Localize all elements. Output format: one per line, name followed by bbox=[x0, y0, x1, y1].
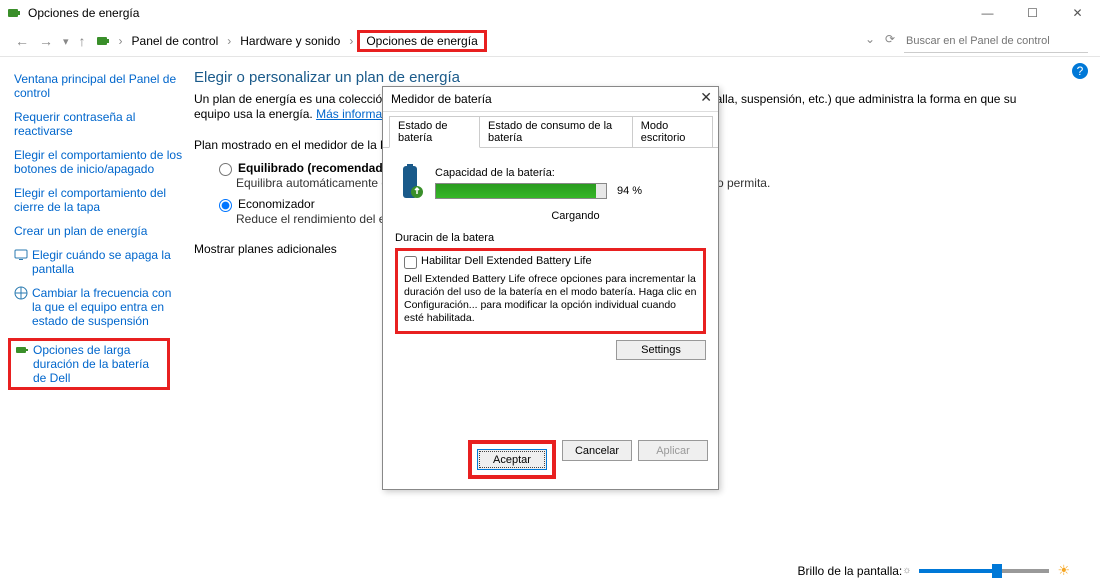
brightness-label: Brillo de la pantalla: bbox=[798, 564, 903, 578]
cancel-button[interactable]: Cancelar bbox=[562, 440, 632, 461]
apply-button[interactable]: Aplicar bbox=[638, 440, 708, 461]
page-title: Elegir o personalizar un plan de energía bbox=[194, 69, 1050, 86]
close-button[interactable]: ✕ bbox=[1055, 0, 1100, 26]
sun-bright-icon: ☀ bbox=[1057, 562, 1070, 579]
checkbox-label: Habilitar Dell Extended Battery Life bbox=[421, 255, 592, 267]
ok-highlight: Aceptar bbox=[468, 440, 556, 479]
sidebar-link[interactable]: Elegir el comportamiento del cierre de l… bbox=[14, 186, 184, 214]
extended-life-highlight: Habilitar Dell Extended Battery Life Del… bbox=[395, 248, 706, 334]
duration-label: Duracin de la batera bbox=[395, 232, 706, 244]
back-button[interactable]: ← bbox=[10, 33, 34, 49]
settings-button[interactable]: Settings bbox=[616, 340, 706, 360]
sidebar-link[interactable]: Elegir el comportamiento de los botones … bbox=[14, 148, 184, 176]
breadcrumb-panel[interactable]: Panel de control bbox=[127, 32, 224, 50]
globe-icon bbox=[14, 286, 28, 300]
tab-battery-status[interactable]: Estado de batería bbox=[389, 116, 480, 148]
plan-name: Economizador bbox=[238, 197, 315, 211]
chevron-right-icon: › bbox=[349, 34, 353, 48]
recent-dropdown[interactable]: ▾ bbox=[58, 35, 74, 48]
tab-consumption[interactable]: Estado de consumo de la batería bbox=[479, 116, 633, 148]
sidebar-link[interactable]: Crear un plan de energía bbox=[14, 224, 184, 238]
maximize-button[interactable]: ☐ bbox=[1010, 0, 1055, 26]
forward-button[interactable]: → bbox=[34, 33, 58, 49]
battery-meter-dialog: Medidor de batería ✕ Estado de batería E… bbox=[382, 86, 719, 490]
search-input[interactable] bbox=[904, 30, 1088, 53]
address-dropdown[interactable]: ⌄ bbox=[865, 32, 875, 46]
capacity-percent: 94 % bbox=[617, 185, 642, 197]
sidebar-item-label: Cambiar la frecuencia con la que el equi… bbox=[32, 286, 184, 328]
dialog-tabs: Estado de batería Estado de consumo de l… bbox=[383, 112, 718, 148]
sidebar-display-off[interactable]: Elegir cuándo se apaga la pantalla bbox=[14, 248, 184, 276]
toolbar: ← → ▾ ↑ › Panel de control › Hardware y … bbox=[0, 26, 1100, 57]
sidebar: Ventana principal del Panel de control R… bbox=[0, 57, 184, 586]
sun-dim-icon: ☼ bbox=[902, 565, 911, 576]
sidebar-item-label: Opciones de larga duración de la batería… bbox=[33, 343, 165, 385]
plan-name: Equilibrado (recomendado) bbox=[238, 161, 394, 175]
monitor-icon bbox=[14, 248, 28, 262]
up-button[interactable]: ↑ bbox=[74, 33, 91, 49]
battery-large-icon bbox=[395, 164, 425, 202]
capacity-bar bbox=[435, 183, 607, 199]
window-titlebar: Opciones de energía — ☐ ✕ bbox=[0, 0, 1100, 26]
enable-extended-life-checkbox[interactable] bbox=[404, 256, 417, 269]
refresh-button[interactable]: ⟳ bbox=[885, 32, 895, 46]
power-icon bbox=[6, 5, 22, 21]
dialog-close-button[interactable]: ✕ bbox=[700, 89, 712, 106]
plan-radio-saver[interactable] bbox=[219, 199, 232, 212]
brightness-control: Brillo de la pantalla: ☼ ☀ bbox=[798, 562, 1070, 579]
plan-radio-balanced[interactable] bbox=[219, 163, 232, 176]
chevron-right-icon: › bbox=[119, 34, 123, 48]
power-icon bbox=[95, 33, 111, 49]
extended-life-description: Dell Extended Battery Life ofrece opcion… bbox=[404, 273, 697, 325]
battery-icon bbox=[15, 343, 29, 357]
breadcrumb-hw[interactable]: Hardware y sonido bbox=[235, 32, 345, 50]
tab-desktop-mode[interactable]: Modo escritorio bbox=[632, 116, 713, 148]
window-title: Opciones de energía bbox=[28, 6, 139, 20]
sidebar-link[interactable]: Requerir contraseña al reactivarse bbox=[14, 110, 184, 138]
minimize-button[interactable]: — bbox=[965, 0, 1010, 26]
sidebar-dell-highlight: Opciones de larga duración de la batería… bbox=[8, 338, 170, 390]
sidebar-dell-battery[interactable]: Opciones de larga duración de la batería… bbox=[15, 343, 165, 385]
brightness-slider[interactable] bbox=[919, 569, 1049, 573]
ok-button[interactable]: Aceptar bbox=[477, 449, 547, 470]
dialog-title: Medidor de batería bbox=[391, 92, 492, 106]
help-icon[interactable]: ? bbox=[1072, 63, 1088, 79]
dialog-titlebar: Medidor de batería ✕ bbox=[383, 87, 718, 112]
breadcrumb-power[interactable]: Opciones de energía bbox=[357, 30, 486, 52]
chevron-right-icon: › bbox=[227, 34, 231, 48]
sidebar-sleep-freq[interactable]: Cambiar la frecuencia con la que el equi… bbox=[14, 286, 184, 328]
sidebar-home[interactable]: Ventana principal del Panel de control bbox=[14, 72, 184, 100]
sidebar-item-label: Elegir cuándo se apaga la pantalla bbox=[32, 248, 184, 276]
charging-status: Cargando bbox=[445, 210, 706, 222]
capacity-label: Capacidad de la batería: bbox=[435, 167, 706, 179]
